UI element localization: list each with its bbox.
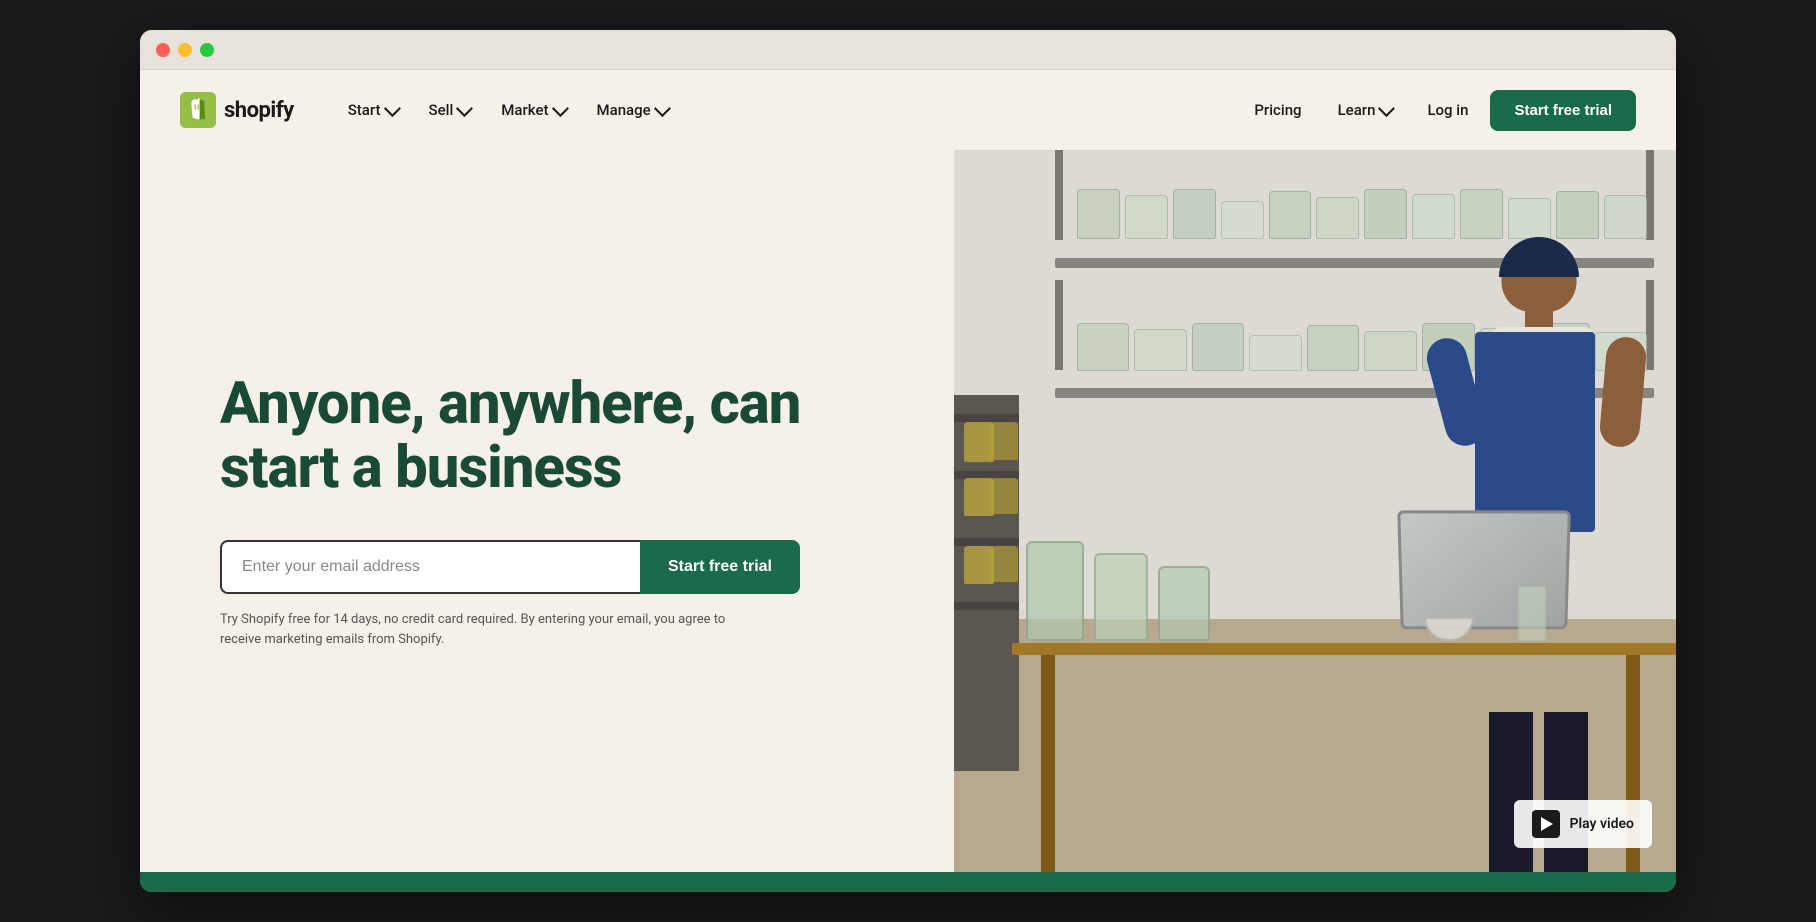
market-chevron-icon	[551, 100, 568, 117]
traffic-lights	[156, 43, 214, 57]
jar	[1307, 325, 1360, 371]
jar	[1316, 197, 1359, 239]
manage-chevron-icon	[654, 100, 671, 117]
jar	[1604, 195, 1647, 239]
hero-section: Anyone, anywhere, can start a business S…	[140, 150, 1676, 872]
jar	[1460, 189, 1503, 239]
hero-disclaimer: Try Shopify free for 14 days, no credit …	[220, 610, 740, 649]
mid-shelf-support-left	[1055, 280, 1063, 370]
shelf-support-left	[1055, 150, 1063, 240]
nav-manage[interactable]: Manage	[583, 93, 681, 127]
jar	[1077, 323, 1130, 371]
play-video-button[interactable]: Play video	[1514, 800, 1652, 848]
shop-scene: Play video	[954, 150, 1676, 872]
play-icon	[1532, 810, 1560, 838]
close-button[interactable]	[156, 43, 170, 57]
title-bar	[140, 30, 1676, 70]
jar	[1249, 335, 1302, 371]
start-chevron-icon	[383, 100, 400, 117]
nav-market[interactable]: Market	[487, 93, 578, 127]
hero-start-free-trial-button[interactable]: Start free trial	[640, 540, 800, 594]
bottom-green-bar	[140, 872, 1676, 892]
email-input[interactable]	[220, 540, 640, 594]
nav-learn[interactable]: Learn	[1324, 93, 1406, 127]
glass	[1518, 586, 1546, 641]
bottle	[990, 422, 1018, 460]
large-jar	[1094, 553, 1148, 641]
jar	[1077, 189, 1120, 239]
hero-right: Play video	[954, 150, 1676, 872]
hero-left: Anyone, anywhere, can start a business S…	[140, 150, 954, 872]
nav-start-free-trial-button[interactable]: Start free trial	[1490, 90, 1636, 131]
head-wrap	[1499, 237, 1579, 277]
navbar: shopify Start Sell Market Manage	[140, 70, 1676, 150]
mac-window: shopify Start Sell Market Manage	[140, 30, 1676, 892]
neck	[1525, 305, 1553, 330]
jar	[1125, 195, 1168, 239]
play-video-label: Play video	[1570, 816, 1634, 832]
logo[interactable]: shopify	[180, 92, 294, 128]
jar	[1364, 189, 1407, 239]
large-jar	[1026, 541, 1084, 641]
nav-pricing[interactable]: Pricing	[1240, 93, 1315, 127]
learn-chevron-icon	[1378, 100, 1395, 117]
table-leg-left	[1041, 655, 1055, 872]
arm-right	[1598, 335, 1647, 448]
large-jar	[1158, 566, 1210, 641]
bottle	[990, 478, 1018, 514]
nav-left: Start Sell Market Manage	[334, 93, 681, 127]
jar	[1508, 198, 1551, 239]
nav-sell[interactable]: Sell	[415, 93, 484, 127]
shopify-bag-icon	[180, 92, 216, 128]
leg-right	[1544, 712, 1588, 872]
logo-text: shopify	[224, 98, 294, 123]
jar	[1556, 191, 1599, 239]
side-rack	[954, 395, 1019, 770]
jar	[1173, 189, 1216, 239]
maximize-button[interactable]	[200, 43, 214, 57]
minimize-button[interactable]	[178, 43, 192, 57]
top-shelf-jars	[1077, 179, 1647, 239]
leg-left	[1489, 712, 1533, 872]
apron	[1475, 332, 1595, 532]
jar	[1134, 329, 1187, 371]
jar	[1412, 194, 1455, 239]
jar	[1192, 323, 1245, 371]
nav-start[interactable]: Start	[334, 93, 411, 127]
bottle	[990, 546, 1018, 582]
shelf-support-right	[1646, 150, 1654, 240]
sell-chevron-icon	[456, 100, 473, 117]
jar	[1221, 201, 1264, 239]
jar	[1364, 331, 1417, 371]
jar	[1269, 191, 1312, 239]
hero-headline: Anyone, anywhere, can start a business	[220, 373, 874, 501]
nav-right: Pricing Learn Log in Start free trial	[1240, 90, 1636, 131]
nav-login[interactable]: Log in	[1413, 93, 1482, 127]
play-triangle-icon	[1541, 817, 1553, 831]
table-jars	[1026, 531, 1423, 641]
page-content: shopify Start Sell Market Manage	[140, 70, 1676, 872]
email-form: Start free trial	[220, 540, 800, 594]
